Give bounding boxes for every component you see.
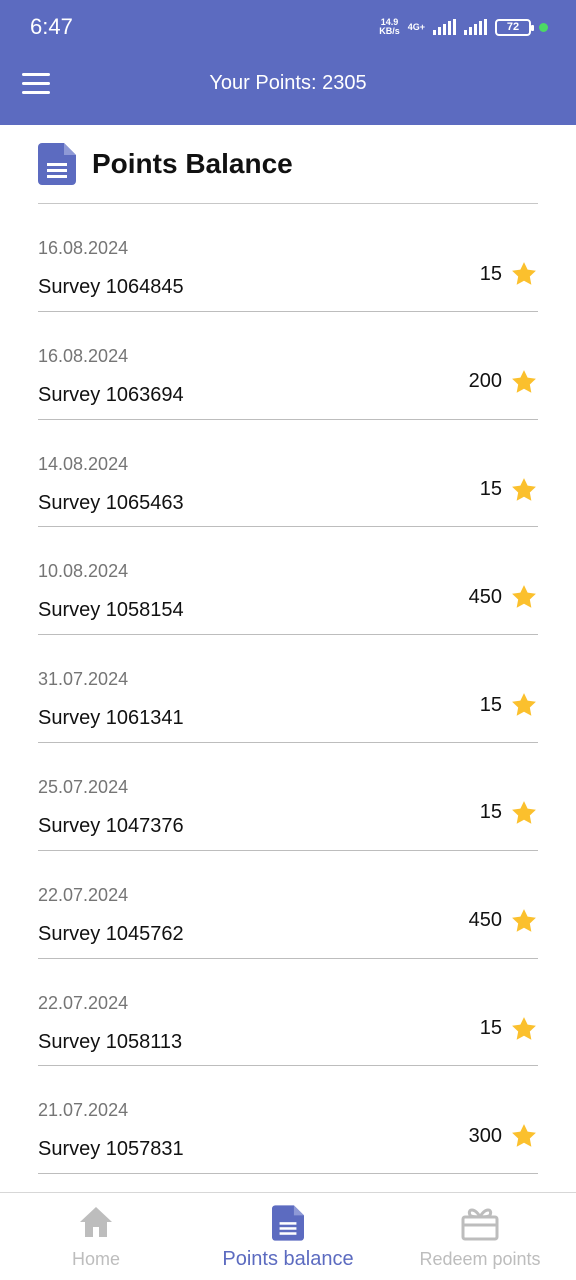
list-item[interactable]: 21.07.2024 Survey 1057831 300 (38, 1066, 538, 1175)
nav-home[interactable]: Home (0, 1193, 192, 1280)
entry-date: 25.07.2024 (38, 776, 129, 797)
points-balance-content: Points Balance 16.08.2024 Survey 1064845 1… (38, 125, 538, 1175)
entry-points-value: 15 (479, 478, 502, 501)
entry-points: 450 (469, 907, 538, 935)
star-icon (512, 1016, 536, 1040)
entry-points: 450 (469, 583, 538, 611)
nav-points-balance[interactable]: Points balance (192, 1193, 384, 1280)
entry-date: 31.07.2024 (38, 669, 129, 690)
points-total: Your Points: 2305 (209, 72, 367, 94)
bottom-navigation: Home Points balance Redeem points (0, 1192, 576, 1280)
star-icon (512, 908, 536, 932)
home-icon (80, 1207, 112, 1237)
entry-name: Survey 1064845 (38, 276, 184, 298)
document-icon (38, 143, 76, 185)
status-bar: 6:47 14.9 KB/s 4G+ 72 (0, 0, 576, 54)
entry-date: 16.08.2024 (38, 345, 129, 366)
entry-date: 21.07.2024 (38, 1100, 129, 1121)
entry-points: 300 (469, 1122, 538, 1150)
star-icon (512, 477, 536, 501)
entry-points-value: 15 (479, 693, 502, 716)
entry-points: 200 (469, 368, 538, 396)
entry-name: Survey 1061341 (38, 707, 184, 730)
entry-points: 15 (480, 1015, 538, 1043)
battery-level: 72 (506, 21, 520, 33)
entry-points-value: 200 (468, 370, 502, 393)
entry-name: Survey 1058154 (38, 599, 184, 622)
entry-points-value: 15 (479, 801, 502, 824)
nav-redeem-label: Redeem points (419, 1249, 541, 1269)
status-icons: 14.9 KB/s 4G+ 72 (379, 16, 548, 38)
entry-points: 15 (480, 691, 538, 719)
gift-icon (461, 1208, 499, 1241)
network-speed: 14.9 KB/s (379, 17, 400, 36)
list-item[interactable]: 22.07.2024 Survey 1058113 15 (38, 959, 538, 1067)
entry-points: 15 (480, 476, 538, 504)
app-root: 6:47 14.9 KB/s 4G+ 72 Your Points: 2305 … (0, 0, 576, 1280)
entries-list: 16.08.2024 Survey 1064845 15 16.08.2024 Surv… (38, 204, 538, 1175)
entry-points-value: 15 (479, 262, 502, 285)
entry-points-value: 15 (479, 1017, 502, 1040)
page-title: Points Balance (92, 148, 293, 179)
star-icon (512, 369, 536, 393)
entry-points-value: 450 (468, 585, 502, 608)
nav-home-label: Home (71, 1249, 120, 1269)
entry-date: 10.08.2024 (38, 561, 129, 582)
entry-name: Survey 1063694 (38, 383, 184, 406)
star-icon (512, 585, 536, 609)
top-bar: 6:47 14.9 KB/s 4G+ 72 Your Points: 2305 (0, 0, 576, 125)
list-item[interactable]: 16.08.2024 Survey 1063694 200 (38, 312, 538, 420)
nav-points-balance-label: Points balance (222, 1248, 354, 1270)
status-time: 6:47 (30, 14, 73, 39)
entry-name: Survey 1058113 (38, 1030, 183, 1053)
list-item[interactable]: 10.08.2024 Survey 1058154 450 (38, 527, 538, 636)
app-bar: Your Points: 2305 (0, 54, 576, 125)
star-icon (512, 693, 536, 716)
list-item[interactable]: 16.08.2024 Survey 1064845 15 (38, 204, 538, 312)
signal-icon (433, 19, 456, 35)
nav-redeem[interactable]: Redeem points (384, 1193, 576, 1280)
network-type: 4G+ (407, 21, 425, 32)
entry-name: Survey 1045762 (38, 922, 184, 945)
star-icon (512, 262, 536, 285)
document-icon (272, 1205, 304, 1241)
entry-date: 22.07.2024 (38, 992, 129, 1013)
entry-points: 15 (480, 799, 538, 827)
entry-points: 15 (480, 260, 538, 288)
entry-date: 16.08.2024 (38, 238, 129, 258)
entry-date: 22.07.2024 (38, 884, 129, 905)
signal-icon-2 (464, 19, 487, 35)
entry-name: Survey 1065463 (38, 491, 184, 514)
star-icon (512, 1124, 536, 1148)
list-item[interactable]: 31.07.2024 Survey 1061341 15 (38, 635, 538, 743)
list-item[interactable]: 25.07.2024 Survey 1047376 15 (38, 743, 538, 851)
entry-name: Survey 1047376 (38, 814, 184, 837)
list-item[interactable]: 22.07.2024 Survey 1045762 450 (38, 851, 538, 959)
entry-points-value: 450 (468, 909, 502, 932)
indicator-dot (539, 22, 548, 32)
battery-icon: 72 (495, 18, 534, 36)
star-icon (512, 801, 536, 824)
entry-name: Survey 1057831 (38, 1138, 184, 1161)
entry-points-value: 300 (468, 1124, 502, 1147)
entry-date: 14.08.2024 (38, 453, 129, 474)
list-item[interactable]: 14.08.2024 Survey 1065463 15 (38, 420, 538, 528)
section-header: Points Balance (38, 125, 538, 204)
